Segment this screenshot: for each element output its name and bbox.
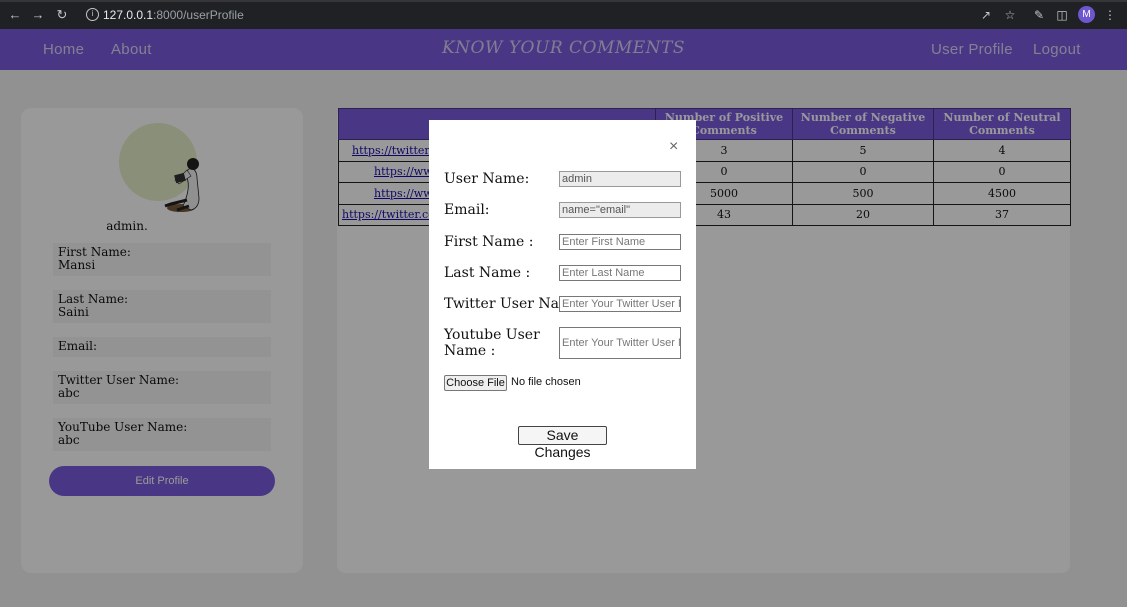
- extensions-icon[interactable]: ✎: [1031, 7, 1047, 23]
- tab-strip: [0, 0, 1127, 2]
- first-name-label: First Name :: [444, 234, 534, 250]
- browser-toolbar: ← → ↻ i 127.0.0.1:8000/userProfile ↗ ☆ ✎…: [0, 0, 1127, 29]
- reload-icon[interactable]: ↻: [54, 7, 70, 23]
- site-info-icon[interactable]: i: [86, 8, 99, 21]
- username-label: User Name:: [444, 171, 530, 187]
- menu-icon[interactable]: ⋮: [1102, 7, 1118, 23]
- save-changes-button[interactable]: Save Changes: [518, 426, 607, 460]
- edit-profile-modal: × User Name: admin Email: name="email" F…: [429, 120, 696, 469]
- email-input[interactable]: name="email": [559, 202, 681, 218]
- file-status: No file chosen: [511, 376, 581, 388]
- last-name-label: Last Name :: [444, 265, 531, 281]
- youtube-label: Youtube User Name :: [444, 327, 540, 359]
- username-input[interactable]: admin: [559, 171, 681, 187]
- choose-file-button[interactable]: Choose File: [444, 375, 507, 391]
- email-label: Email:: [444, 202, 490, 218]
- forward-icon[interactable]: →: [30, 7, 46, 23]
- youtube-input[interactable]: Enter Your Twitter User Name: [559, 327, 681, 359]
- close-icon[interactable]: ×: [669, 138, 678, 156]
- back-icon[interactable]: ←: [7, 7, 23, 23]
- url-host: 127.0.0.1: [103, 8, 154, 22]
- address-bar[interactable]: i 127.0.0.1:8000/userProfile: [82, 4, 964, 26]
- url-text: 127.0.0.1:8000/userProfile: [103, 8, 244, 22]
- last-name-input[interactable]: Enter Last Name: [559, 265, 681, 281]
- first-name-input[interactable]: Enter First Name: [559, 234, 681, 250]
- share-icon[interactable]: ↗: [978, 7, 994, 23]
- side-panel-icon[interactable]: ◫: [1054, 7, 1070, 23]
- star-icon[interactable]: ☆: [1002, 7, 1018, 23]
- twitter-input[interactable]: Enter Your Twitter User Name: [559, 296, 681, 312]
- url-path: :8000/userProfile: [153, 8, 244, 22]
- profile-avatar[interactable]: M: [1078, 6, 1095, 23]
